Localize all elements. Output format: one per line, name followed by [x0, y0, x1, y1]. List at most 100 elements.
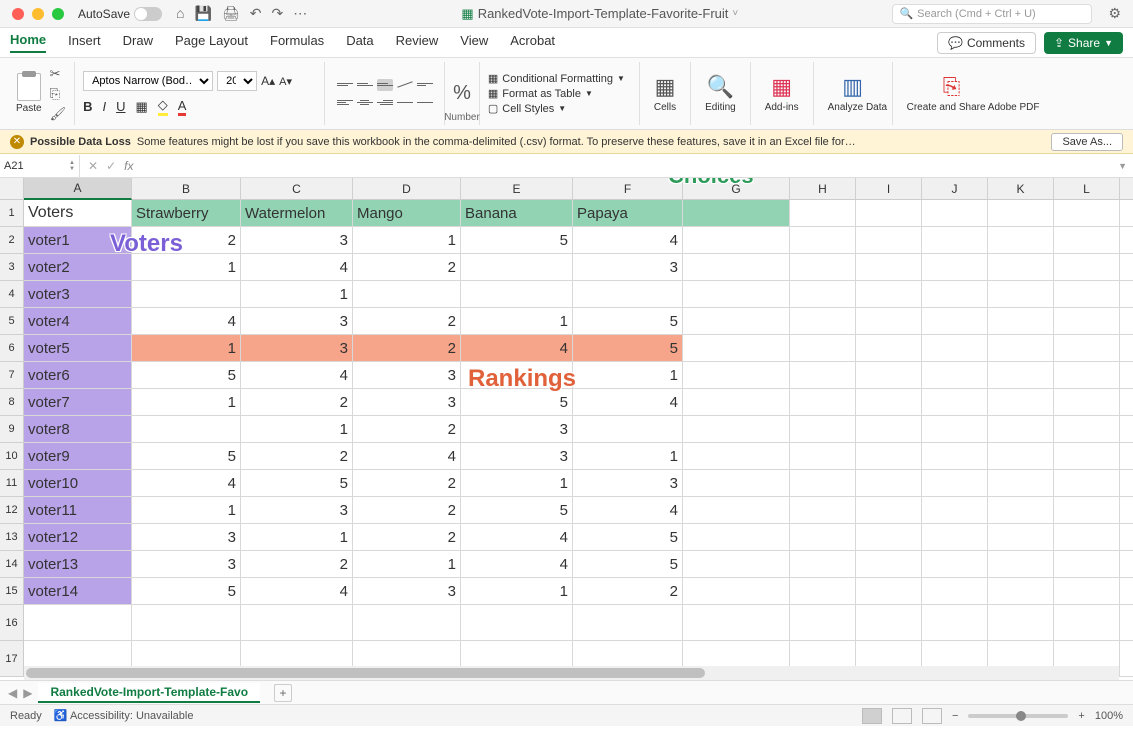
cell[interactable]	[856, 281, 922, 308]
column-header-D[interactable]: D	[353, 178, 461, 200]
cell[interactable]	[988, 281, 1054, 308]
cell[interactable]	[1054, 308, 1120, 335]
cell[interactable]	[1120, 281, 1133, 308]
cell[interactable]	[1054, 335, 1120, 362]
cell[interactable]: 4	[461, 551, 573, 578]
add-sheet-button[interactable]: +	[274, 684, 292, 702]
cell[interactable]	[683, 281, 790, 308]
cell[interactable]	[1054, 200, 1120, 227]
row-header-16[interactable]: 16	[0, 605, 24, 641]
cell[interactable]	[683, 254, 790, 281]
cells-button[interactable]: ▦ Cells	[648, 74, 682, 113]
cell[interactable]: voter4	[24, 308, 132, 335]
cell[interactable]	[790, 470, 856, 497]
cell[interactable]	[988, 497, 1054, 524]
align-right-button[interactable]	[377, 97, 393, 109]
font-color-button[interactable]: A	[178, 98, 187, 116]
document-title[interactable]: ▦ RankedVote-Import-Template-Favorite-Fr…	[315, 6, 884, 22]
select-all-corner[interactable]	[0, 178, 24, 200]
cell[interactable]	[1120, 389, 1133, 416]
cell[interactable]	[790, 524, 856, 551]
cell[interactable]: 4	[573, 227, 683, 254]
column-header-C[interactable]: C	[241, 178, 353, 200]
addins-button[interactable]: ▦ Add-ins	[759, 74, 805, 113]
cell[interactable]	[988, 416, 1054, 443]
cell[interactable]: voter13	[24, 551, 132, 578]
align-left-button[interactable]	[337, 97, 353, 109]
cell[interactable]	[856, 605, 922, 641]
cell[interactable]: voter6	[24, 362, 132, 389]
tab-acrobat[interactable]: Acrobat	[510, 33, 555, 52]
cell-styles-button[interactable]: ▢Cell Styles▼	[488, 102, 625, 115]
comments-button[interactable]: 💬 Comments	[937, 32, 1036, 54]
cell[interactable]	[683, 578, 790, 605]
cell[interactable]	[988, 227, 1054, 254]
cell[interactable]	[790, 443, 856, 470]
cell[interactable]	[1120, 605, 1133, 641]
cell[interactable]	[790, 254, 856, 281]
row-header-17[interactable]: 17	[0, 641, 24, 677]
cell[interactable]	[132, 416, 241, 443]
cell[interactable]	[683, 227, 790, 254]
align-top-button[interactable]	[337, 79, 353, 91]
save-icon[interactable]: 💾	[195, 5, 212, 22]
close-icon[interactable]	[12, 8, 24, 20]
row-header-3[interactable]: 3	[0, 254, 24, 281]
cell[interactable]	[988, 443, 1054, 470]
fx-icon[interactable]: fx	[124, 159, 133, 173]
cell[interactable]	[790, 578, 856, 605]
cell[interactable]: 1	[241, 524, 353, 551]
cell[interactable]	[790, 281, 856, 308]
zoom-slider[interactable]	[968, 714, 1068, 718]
sheet-nav-next-icon[interactable]: ▶	[23, 686, 32, 700]
cell[interactable]: 3	[573, 470, 683, 497]
cell[interactable]	[856, 254, 922, 281]
cell[interactable]	[790, 551, 856, 578]
cell[interactable]: voter1	[24, 227, 132, 254]
cell[interactable]: 1	[353, 551, 461, 578]
cell[interactable]	[1120, 578, 1133, 605]
cell[interactable]	[683, 443, 790, 470]
cell[interactable]: 5	[573, 551, 683, 578]
row-header-15[interactable]: 15	[0, 578, 24, 605]
cell[interactable]: 2	[353, 497, 461, 524]
cell[interactable]	[1120, 335, 1133, 362]
cell[interactable]: 5	[573, 335, 683, 362]
cell[interactable]	[922, 335, 988, 362]
cell[interactable]	[856, 389, 922, 416]
cell[interactable]: 1	[132, 254, 241, 281]
cell[interactable]: 4	[241, 578, 353, 605]
cell[interactable]	[856, 335, 922, 362]
cell[interactable]: 1	[132, 389, 241, 416]
cell[interactable]: 4	[241, 362, 353, 389]
cell[interactable]	[988, 578, 1054, 605]
decrease-indent-button[interactable]	[397, 97, 413, 109]
align-bottom-button[interactable]	[377, 79, 393, 91]
cell[interactable]: voter3	[24, 281, 132, 308]
cell[interactable]: 1	[461, 578, 573, 605]
border-button[interactable]: ▦	[136, 99, 148, 115]
cell[interactable]: 4	[132, 308, 241, 335]
cell[interactable]	[1054, 281, 1120, 308]
cell[interactable]	[988, 335, 1054, 362]
cell[interactable]	[1120, 551, 1133, 578]
cell[interactable]: 1	[353, 227, 461, 254]
cell[interactable]	[922, 281, 988, 308]
cell[interactable]	[856, 308, 922, 335]
home-icon[interactable]: ⌂	[176, 5, 184, 22]
cell[interactable]	[988, 389, 1054, 416]
cell[interactable]	[573, 605, 683, 641]
cell[interactable]: Mango	[353, 200, 461, 227]
cell[interactable]: 4	[353, 443, 461, 470]
cell[interactable]	[1054, 470, 1120, 497]
cell[interactable]	[988, 362, 1054, 389]
row-header-7[interactable]: 7	[0, 362, 24, 389]
row-header-1[interactable]: 1	[0, 200, 24, 227]
autosave-toggle[interactable]: AutoSave	[78, 7, 162, 21]
cell[interactable]	[922, 416, 988, 443]
cell[interactable]: voter10	[24, 470, 132, 497]
column-header-J[interactable]: J	[922, 178, 988, 200]
cell[interactable]: 2	[241, 551, 353, 578]
save-as-button[interactable]: Save As...	[1051, 133, 1123, 151]
cell[interactable]: 2	[353, 524, 461, 551]
